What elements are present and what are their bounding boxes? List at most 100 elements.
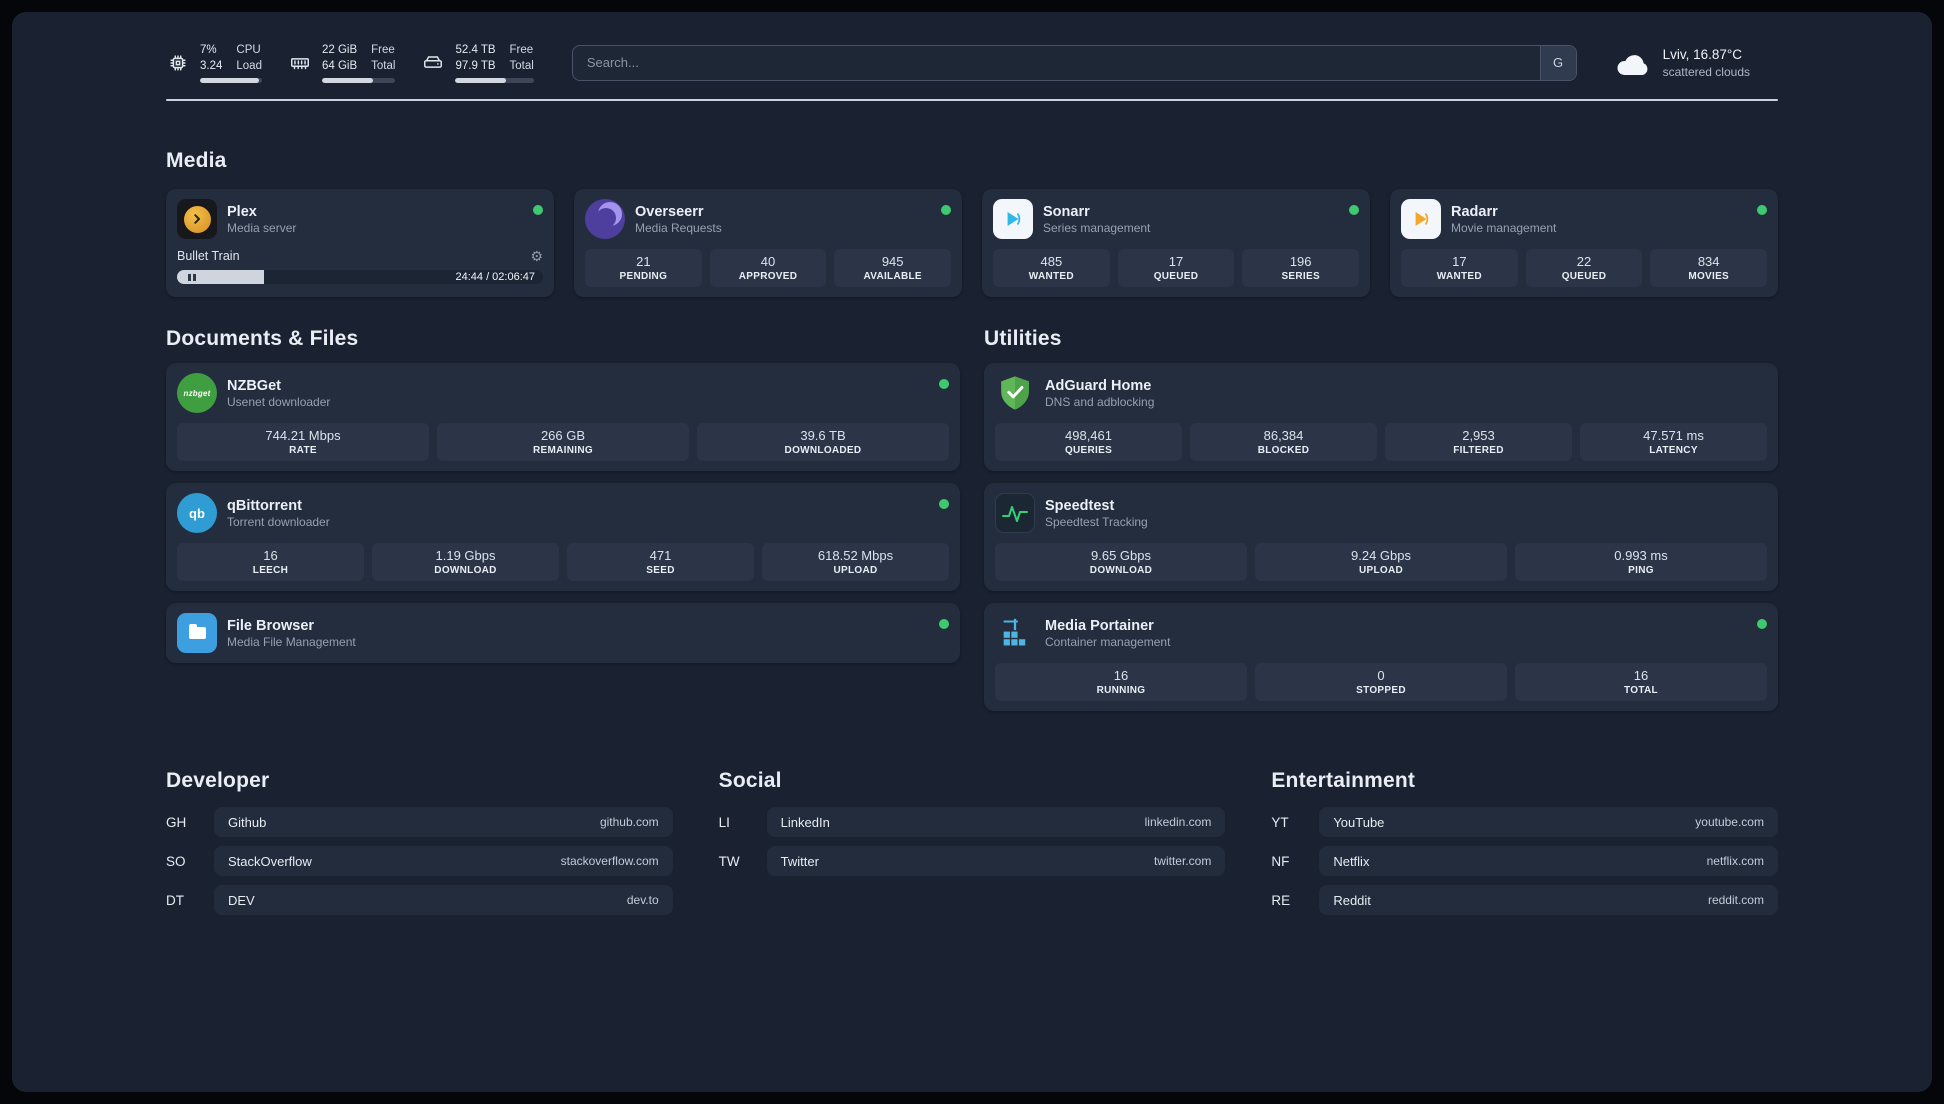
section-media: Media Plex Media server Bullet Train ⚙ 2… — [166, 149, 1778, 298]
weather-location: Lviv, 16.87°C — [1662, 47, 1743, 63]
memory-free-label: Free — [371, 44, 395, 56]
service-subtitle: Container management — [1045, 635, 1171, 650]
nzbget-icon: nzbget — [177, 373, 217, 414]
memory-widget: 22 GiB 64 GiB Free Total — [288, 42, 396, 84]
service-name: File Browser — [227, 618, 315, 635]
service-subtitle: Series management — [1043, 221, 1151, 236]
bookmark-link-netflix[interactable]: Netflix netflix.com — [1319, 846, 1778, 877]
cloud-icon — [1615, 50, 1651, 76]
stat-running: 16 RUNNING — [995, 663, 1247, 702]
bookmark-link-linkedin[interactable]: LinkedIn linkedin.com — [766, 807, 1226, 838]
status-dot — [939, 499, 949, 510]
memory-progress-bar — [321, 78, 396, 84]
service-subtitle: DNS and adblocking — [1045, 395, 1155, 410]
section-documents: Documents & Files nzbget NZBGet Usenet d… — [166, 327, 960, 711]
media-section-title: Media — [166, 149, 227, 173]
memory-free-value: 22 GiB — [321, 44, 358, 56]
service-subtitle: Media Requests — [635, 221, 722, 236]
bookmark-abbr: LI — [718, 814, 730, 830]
pause-button[interactable] — [177, 270, 207, 285]
bookmarks-entertainment: Entertainment YT YouTube youtube.com NF … — [1271, 769, 1778, 924]
bookmark-abbr: NF — [1271, 853, 1290, 869]
cpu-label: CPU — [236, 44, 261, 56]
weather-condition: scattered clouds — [1662, 65, 1750, 80]
disk-free-label: Free — [509, 44, 534, 56]
stat-downloaded: 39.6 TB DOWNLOADED — [697, 423, 949, 462]
search-bar: G — [571, 44, 1577, 81]
playback-progress-bar[interactable]: 24:44 / 02:06:47 — [207, 270, 543, 285]
stat-rate: 744.21 Mbps RATE — [177, 423, 429, 462]
sonarr-icon — [993, 199, 1033, 240]
bookmark-link-dev[interactable]: DEV dev.to — [214, 885, 673, 916]
service-subtitle: Usenet downloader — [227, 395, 331, 410]
bookmark-row: LI LinkedIn linkedin.com — [718, 807, 1226, 838]
cpu-load-label: Load — [236, 60, 262, 73]
cpu-icon — [166, 51, 190, 75]
bookmark-abbr: DT — [166, 892, 184, 908]
service-subtitle: Media File Management — [227, 635, 356, 650]
overseerr-icon — [585, 199, 625, 240]
stat-download: 1.19 Gbps DOWNLOAD — [372, 543, 559, 582]
service-card-overseerr[interactable]: Overseerr Media Requests 21 PENDING 40 A… — [574, 189, 962, 298]
bookmark-link-stackoverflow[interactable]: StackOverflow stackoverflow.com — [214, 846, 673, 877]
speedtest-icon — [995, 493, 1035, 534]
cpu-percent: 7% — [200, 44, 217, 56]
stat-queries: 498,461 QUERIES — [995, 423, 1182, 462]
service-subtitle: Media server — [227, 221, 297, 236]
stat-upload: 9.24 Gbps UPLOAD — [1255, 543, 1507, 582]
memory-total-label: Total — [371, 60, 396, 73]
utilities-section-title: Utilities — [984, 327, 1062, 351]
service-name: Radarr — [1451, 204, 1498, 221]
service-name: Speedtest — [1045, 498, 1115, 515]
stat-upload: 618.52 Mbps UPLOAD — [762, 543, 949, 582]
now-playing-title: Bullet Train — [177, 249, 240, 264]
stat-available: 945 AVAILABLE — [834, 249, 952, 288]
service-card-qbittorrent[interactable]: qb qBittorrent Torrent downloader 16 LEE… — [166, 483, 960, 592]
cpu-load-value: 3.24 — [200, 60, 223, 73]
bookmark-abbr: GH — [166, 814, 187, 830]
bookmark-link-github[interactable]: Github github.com — [214, 807, 673, 838]
entertainment-section-title: Entertainment — [1271, 769, 1416, 793]
service-card-sonarr[interactable]: Sonarr Series management 485 WANTED 17 Q… — [982, 189, 1370, 298]
status-dot — [1349, 205, 1359, 216]
topbar-divider — [166, 99, 1778, 102]
stat-queued: 22 QUEUED — [1525, 249, 1643, 288]
bookmarks-developer: Developer GH Github github.com SO StackO… — [166, 769, 673, 924]
stat-remaining: 266 GB REMAINING — [437, 423, 689, 462]
adguard-icon — [995, 373, 1035, 413]
dashboard-page: 7% 3.24 CPU Load 22 GiB 64 GiB Free Tota… — [12, 12, 1932, 1092]
search-input[interactable] — [571, 44, 1577, 81]
bookmark-row: TW Twitter twitter.com — [718, 846, 1226, 877]
stat-latency: 47.571 ms LATENCY — [1580, 423, 1767, 462]
service-card-radarr[interactable]: Radarr Movie management 17 WANTED 22 QUE… — [1390, 189, 1778, 298]
service-card-nzbget[interactable]: nzbget NZBGet Usenet downloader 744.21 M… — [166, 363, 960, 472]
search-provider-button[interactable]: G — [1539, 45, 1576, 80]
stat-wanted: 17 WANTED — [1401, 249, 1518, 288]
bookmark-link-reddit[interactable]: Reddit reddit.com — [1319, 885, 1778, 916]
filebrowser-icon — [177, 613, 217, 654]
bookmark-abbr: RE — [1271, 892, 1291, 908]
playback-time: 24:44 / 02:06:47 — [455, 271, 535, 284]
bookmark-abbr: TW — [718, 853, 740, 869]
status-dot — [941, 205, 951, 216]
service-card-portainer[interactable]: Media Portainer Container management 16 … — [984, 603, 1778, 712]
bookmark-link-twitter[interactable]: Twitter twitter.com — [766, 846, 1226, 877]
stat-seed: 471 SEED — [567, 543, 754, 582]
stat-blocked: 86,384 BLOCKED — [1190, 423, 1377, 462]
stat-wanted: 485 WANTED — [993, 249, 1110, 288]
service-name: AdGuard Home — [1045, 378, 1152, 395]
settings-gear-icon[interactable]: ⚙ — [530, 249, 543, 263]
bookmark-row: RE Reddit reddit.com — [1271, 885, 1778, 916]
bookmark-link-youtube[interactable]: YouTube youtube.com — [1319, 807, 1778, 838]
memory-total-value: 64 GiB — [321, 60, 358, 73]
service-card-plex[interactable]: Plex Media server Bullet Train ⚙ 24:44 /… — [166, 189, 554, 298]
social-section-title: Social — [718, 769, 782, 793]
memory-icon — [288, 51, 312, 75]
plex-icon — [177, 199, 217, 240]
stat-ping: 0.993 ms PING — [1515, 543, 1767, 582]
service-card-speedtest[interactable]: Speedtest Speedtest Tracking 9.65 Gbps D… — [984, 483, 1778, 592]
stat-leech: 16 LEECH — [177, 543, 364, 582]
status-dot — [939, 619, 949, 630]
service-card-adguard[interactable]: AdGuard Home DNS and adblocking 498,461 … — [984, 363, 1778, 472]
service-card-filebrowser[interactable]: File Browser Media File Management — [166, 603, 960, 664]
